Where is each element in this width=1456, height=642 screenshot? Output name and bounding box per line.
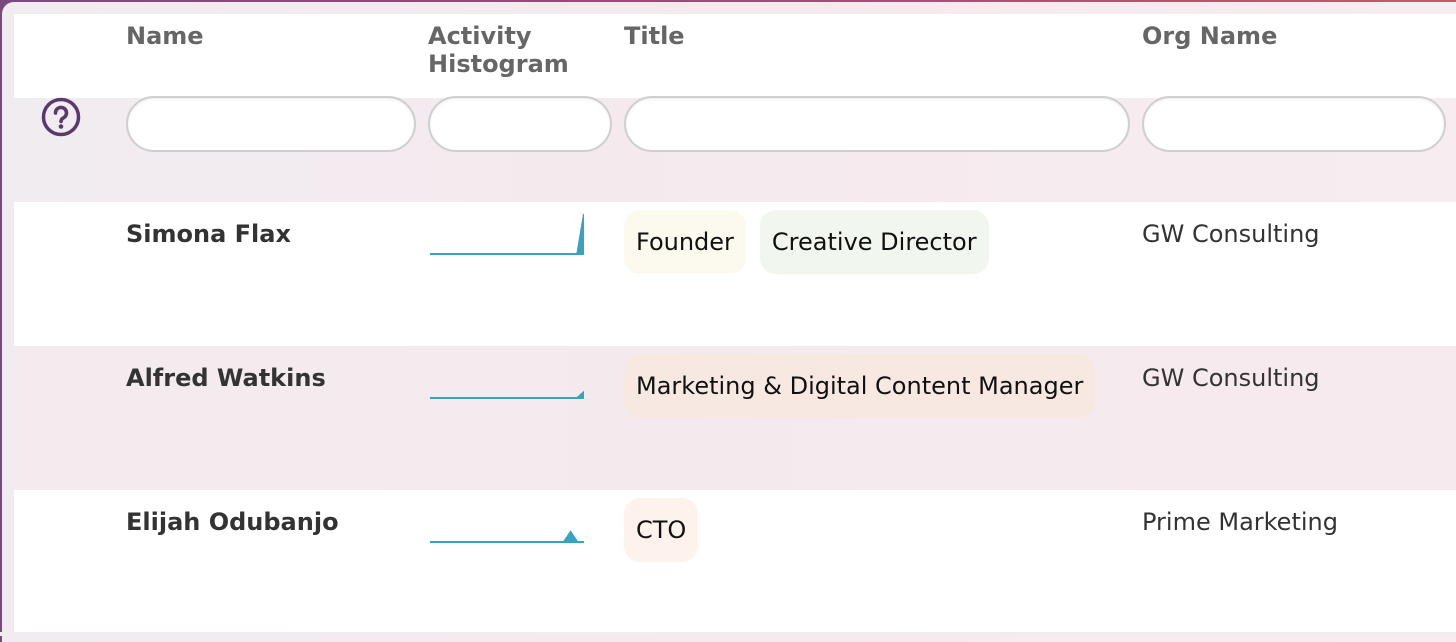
title-tags: Marketing & Digital Content Manager: [624, 354, 1096, 418]
column-header-name[interactable]: Name: [126, 22, 204, 50]
person-name[interactable]: Alfred Watkins: [126, 364, 326, 392]
org-name[interactable]: GW Consulting: [1142, 364, 1320, 392]
title-tag[interactable]: Founder: [624, 210, 746, 274]
column-header-title[interactable]: Title: [624, 22, 685, 50]
title-tag[interactable]: Marketing & Digital Content Manager: [624, 354, 1096, 418]
title-tag[interactable]: Creative Director: [759, 210, 989, 274]
table-row[interactable]: Alfred Watkins Marketing & Digital Conte…: [14, 346, 1456, 490]
question-circle-icon[interactable]: [41, 97, 81, 137]
activity-histogram: [430, 530, 584, 543]
title-filter-input[interactable]: [624, 96, 1130, 152]
title-tags: Founder Creative Director: [624, 210, 989, 274]
person-name[interactable]: Elijah Odubanjo: [126, 508, 339, 536]
histogram-area: [430, 530, 584, 543]
histogram-area: [430, 213, 584, 255]
table-body: Simona Flax Founder Creative Director GW …: [14, 202, 1456, 634]
activity-histogram: [430, 213, 584, 255]
table-row[interactable]: Elijah Odubanjo CTO Prime Marketing: [14, 490, 1456, 634]
column-header-activity-line1: Activity: [428, 22, 532, 50]
title-tags: CTO: [624, 498, 699, 562]
org-name[interactable]: Prime Marketing: [1142, 508, 1338, 536]
people-table: Name Activity Histogram Title Org Name: [14, 14, 1456, 98]
histogram-area: [430, 390, 584, 399]
column-header-activity-line2: Histogram: [428, 50, 569, 78]
table-header: Name Activity Histogram Title Org Name: [14, 14, 1456, 98]
column-header-org[interactable]: Org Name: [1142, 22, 1277, 50]
name-filter-input[interactable]: [126, 96, 416, 152]
activity-histogram: [430, 390, 584, 399]
table-row[interactable]: Simona Flax Founder Creative Director GW …: [14, 202, 1456, 346]
bottom-border: [0, 632, 1456, 636]
column-header-activity[interactable]: Activity Histogram: [428, 22, 569, 78]
org-filter-input[interactable]: [1142, 96, 1446, 152]
org-name[interactable]: GW Consulting: [1142, 220, 1320, 248]
activity-filter-input[interactable]: [428, 96, 612, 152]
person-name[interactable]: Simona Flax: [126, 220, 291, 248]
title-tag[interactable]: CTO: [624, 498, 699, 562]
